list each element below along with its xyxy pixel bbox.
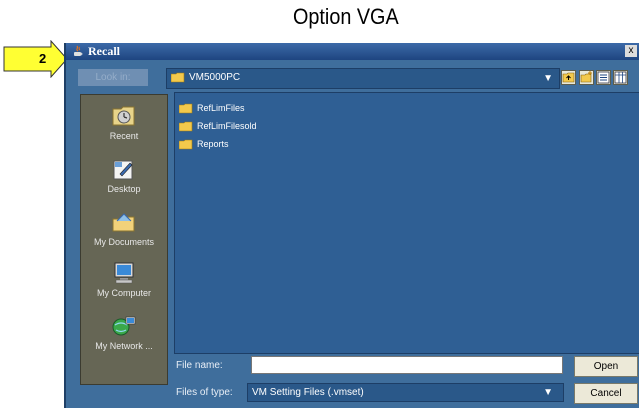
places-sidebar: Recent Desktop My Documents My Computer … [80, 94, 168, 385]
sidebar-item-label: My Network ... [95, 341, 153, 351]
callout-arrow-shape [3, 40, 68, 78]
my-documents-icon [112, 213, 135, 232]
chevron-down-icon[interactable]: ▼ [543, 387, 553, 398]
title-bar: Recall x [66, 43, 639, 60]
sidebar-item-my-computer[interactable]: My Computer [81, 261, 167, 298]
file-list: RefLimFiles RefLimFilesold Reports [174, 92, 639, 354]
recall-dialog: Recall x Look in: VM5000PC ▼ Recent Desk… [64, 43, 639, 408]
files-of-type-label: Files of type: [176, 387, 233, 398]
java-icon [74, 45, 83, 56]
folder-icon [171, 72, 185, 83]
sidebar-item-label: Recent [109, 131, 139, 141]
close-button[interactable]: x [625, 45, 637, 57]
open-button[interactable]: Open [574, 356, 638, 377]
dialog-title: Recall [88, 44, 120, 58]
chevron-down-icon[interactable]: ▼ [543, 73, 553, 84]
cancel-button[interactable]: Cancel [574, 383, 638, 404]
up-one-level-icon [562, 72, 575, 83]
details-view-icon [614, 71, 627, 84]
recent-icon [112, 106, 135, 126]
create-new-folder-icon [580, 71, 592, 83]
folder-icon [179, 103, 193, 114]
my-computer-icon [114, 262, 134, 284]
my-network-icon [112, 316, 136, 336]
sidebar-item-label: Desktop [107, 184, 141, 194]
folder-icon [179, 139, 193, 150]
files-of-type-value: VM Setting Files (.vmset) [252, 387, 364, 398]
folder-icon [179, 121, 193, 132]
sidebar-item-label: My Documents [93, 237, 155, 247]
files-of-type-combo[interactable]: VM Setting Files (.vmset) ▼ [247, 383, 564, 402]
sidebar-item-desktop[interactable]: Desktop [81, 157, 167, 194]
create-new-folder-button[interactable] [579, 70, 594, 85]
file-name-label: File name: [176, 360, 223, 371]
callout-number: 2 [39, 51, 47, 66]
look-in-value: VM5000PC [189, 72, 241, 83]
look-in-label: Look in: [78, 69, 148, 86]
file-name: Reports [197, 139, 229, 149]
desktop-icon [113, 160, 133, 180]
list-view-icon [597, 71, 610, 84]
up-one-level-button[interactable] [561, 70, 576, 85]
caption-title: Option VGA [293, 4, 399, 29]
sidebar-item-label: My Computer [96, 288, 151, 298]
list-view-button[interactable] [596, 70, 611, 85]
sidebar-item-my-network[interactable]: My Network ... [81, 314, 167, 351]
file-name: RefLimFiles [197, 103, 245, 113]
look-in-combo[interactable]: VM5000PC ▼ [166, 68, 560, 89]
file-name-input[interactable] [251, 356, 563, 374]
details-view-button[interactable] [613, 70, 628, 85]
sidebar-item-recent[interactable]: Recent [81, 104, 167, 141]
sidebar-item-my-documents[interactable]: My Documents [81, 210, 167, 247]
callout-arrow: 2 [3, 40, 69, 78]
file-name: RefLimFilesold [197, 121, 257, 131]
